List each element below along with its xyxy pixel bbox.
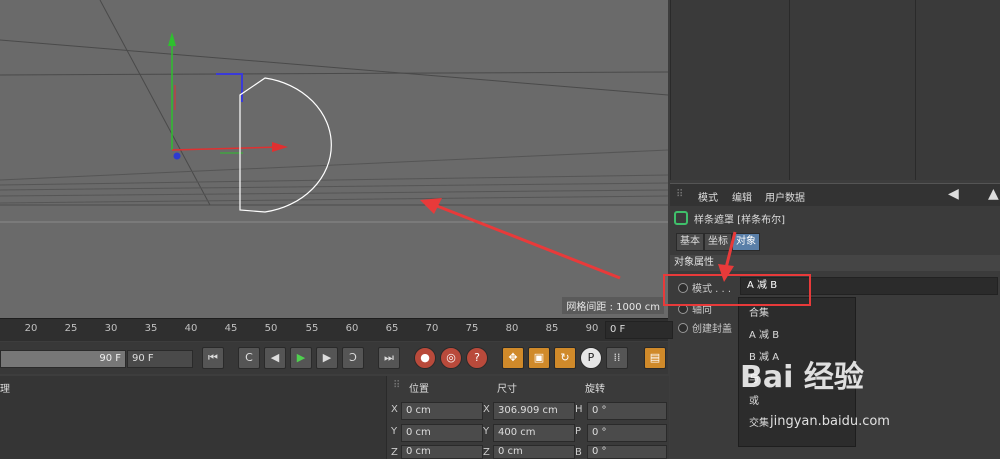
viewport[interactable]: 网格间距 : 1000 cm <box>0 0 668 318</box>
tick-label: 50 <box>264 323 278 334</box>
end-frame-slider[interactable]: 90 F <box>0 350 126 368</box>
coordinate-manager: ⠿ 位置 尺寸 旋转 X 0 cm X 306.909 cm H 0 ° Y 0… <box>386 376 669 459</box>
position-x-field[interactable]: 0 cm <box>401 402 483 420</box>
tick-label: 80 <box>505 323 519 334</box>
prev-key-icon[interactable]: C <box>238 347 260 369</box>
spline-shape <box>239 77 332 213</box>
header-size: 尺寸 <box>497 384 517 395</box>
tick-label: 55 <box>305 323 319 334</box>
scale-icon[interactable]: ▣ <box>528 347 550 369</box>
object-title: 样条遮罩 [样条布尔] <box>674 211 785 226</box>
grid-spacing-label: 网格间距 : 1000 cm <box>562 297 664 314</box>
arrow-up-icon[interactable]: ▲ <box>988 186 999 202</box>
axis-label: Y <box>483 426 490 437</box>
film-icon[interactable]: ▤ <box>644 347 666 369</box>
tick-label: 85 <box>545 323 559 334</box>
dropdown-option[interactable]: A 减 B <box>749 326 779 341</box>
prop-create-cap-label: 创建封盖 <box>692 324 732 335</box>
attribute-menubar: ⠿ 模式 编辑 用户数据 ◀ ▲ <box>670 183 1000 206</box>
tick-label: 25 <box>64 323 78 334</box>
menu-edit[interactable]: 编辑 <box>732 189 752 204</box>
goto-end-icon[interactable]: ⏭ <box>378 347 400 369</box>
rotation-h-field[interactable]: 0 ° <box>587 402 667 420</box>
grip-icon: ⠿ <box>393 380 401 391</box>
tick-label: 75 <box>465 323 479 334</box>
tick-label: 70 <box>425 323 439 334</box>
tick-label: 65 <box>385 323 399 334</box>
prev-frame-icon[interactable]: ◀ <box>264 347 286 369</box>
tab-basic[interactable]: 基本 <box>676 233 704 251</box>
axis-label: Y <box>391 426 398 437</box>
panel-label: 理 <box>0 384 10 395</box>
header-position: 位置 <box>409 384 429 395</box>
rotate-icon[interactable]: ↻ <box>554 347 576 369</box>
position-z-field[interactable]: 0 cm <box>401 445 483 459</box>
arrow-left-icon[interactable]: ◀ <box>948 186 959 202</box>
axis-label: X <box>483 404 490 415</box>
tab-coord[interactable]: 坐标 <box>704 233 732 251</box>
object-title-text: 样条遮罩 [样条布尔] <box>694 215 785 226</box>
tick-label: 60 <box>345 323 359 334</box>
timeline-ruler[interactable]: 20 25 30 35 40 45 50 55 60 65 70 75 80 8… <box>0 318 668 341</box>
tick-label: 45 <box>224 323 238 334</box>
annotation-highlight-box <box>663 274 811 306</box>
p-icon[interactable]: P <box>580 347 602 369</box>
spline-icon <box>674 211 688 225</box>
rotation-b-field[interactable]: 0 ° <box>587 445 667 459</box>
transport-bar: 90 F 90 F ⏮ C ◀ ▶ ▶ Ↄ ⏭ ● ◎ ? ✥ ▣ ↻ P ⁞⁞… <box>0 342 668 374</box>
axis-label: H <box>575 404 583 415</box>
next-frame-icon[interactable]: ▶ <box>316 347 338 369</box>
rotation-p-field[interactable]: 0 ° <box>587 424 667 442</box>
current-frame-field[interactable]: 0 F <box>605 321 673 339</box>
viewport-scene <box>0 0 668 223</box>
end-frame-field[interactable]: 90 F <box>127 350 193 368</box>
size-z-field[interactable]: 0 cm <box>493 445 575 459</box>
position-y-field[interactable]: 0 cm <box>401 424 483 442</box>
move-icon[interactable]: ✥ <box>502 347 524 369</box>
watermark-url: jingyan.baidu.com <box>770 414 890 429</box>
prop-axis-label: 轴向 <box>692 305 712 316</box>
tick-label: 40 <box>184 323 198 334</box>
axis-label: P <box>575 426 582 437</box>
dropdown-option[interactable]: 交集 <box>749 414 769 429</box>
goto-start-icon[interactable]: ⏮ <box>202 347 224 369</box>
section-header: 对象属性 <box>670 255 1000 271</box>
radio-icon <box>678 323 688 333</box>
tick-label: 30 <box>104 323 118 334</box>
header-rotation: 旋转 <box>585 384 605 395</box>
dropdown-option[interactable]: 合集 <box>749 304 769 319</box>
baidu-logo: Bai 经验 <box>740 360 864 395</box>
axis-label: X <box>391 404 398 415</box>
play-icon[interactable]: ▶ <box>290 347 312 369</box>
axis-label: Z <box>483 447 490 458</box>
size-y-field[interactable]: 400 cm <box>493 424 575 442</box>
tick-label: 90 <box>585 323 599 334</box>
auto-key-icon[interactable]: ◎ <box>440 347 462 369</box>
size-x-field[interactable]: 306.909 cm <box>493 402 575 420</box>
next-key-icon[interactable]: Ↄ <box>342 347 364 369</box>
material-panel: 理 <box>0 376 386 459</box>
help-icon[interactable]: ? <box>466 347 488 369</box>
tick-label: 35 <box>144 323 158 334</box>
prop-create-cap[interactable]: 创建封盖 <box>678 320 732 335</box>
tab-object[interactable]: 对象 <box>732 233 760 251</box>
object-manager[interactable] <box>670 0 1000 180</box>
axis-label: Z <box>391 447 398 458</box>
menu-userdata[interactable]: 用户数据 <box>765 189 805 204</box>
menu-mode[interactable]: 模式 <box>698 189 718 204</box>
tick-label: 20 <box>24 323 38 334</box>
grip-icon: ⠿ <box>676 189 684 200</box>
grid-dots-icon[interactable]: ⁞⁞ <box>606 347 628 369</box>
record-icon[interactable]: ● <box>414 347 436 369</box>
axis-label: B <box>575 447 582 458</box>
